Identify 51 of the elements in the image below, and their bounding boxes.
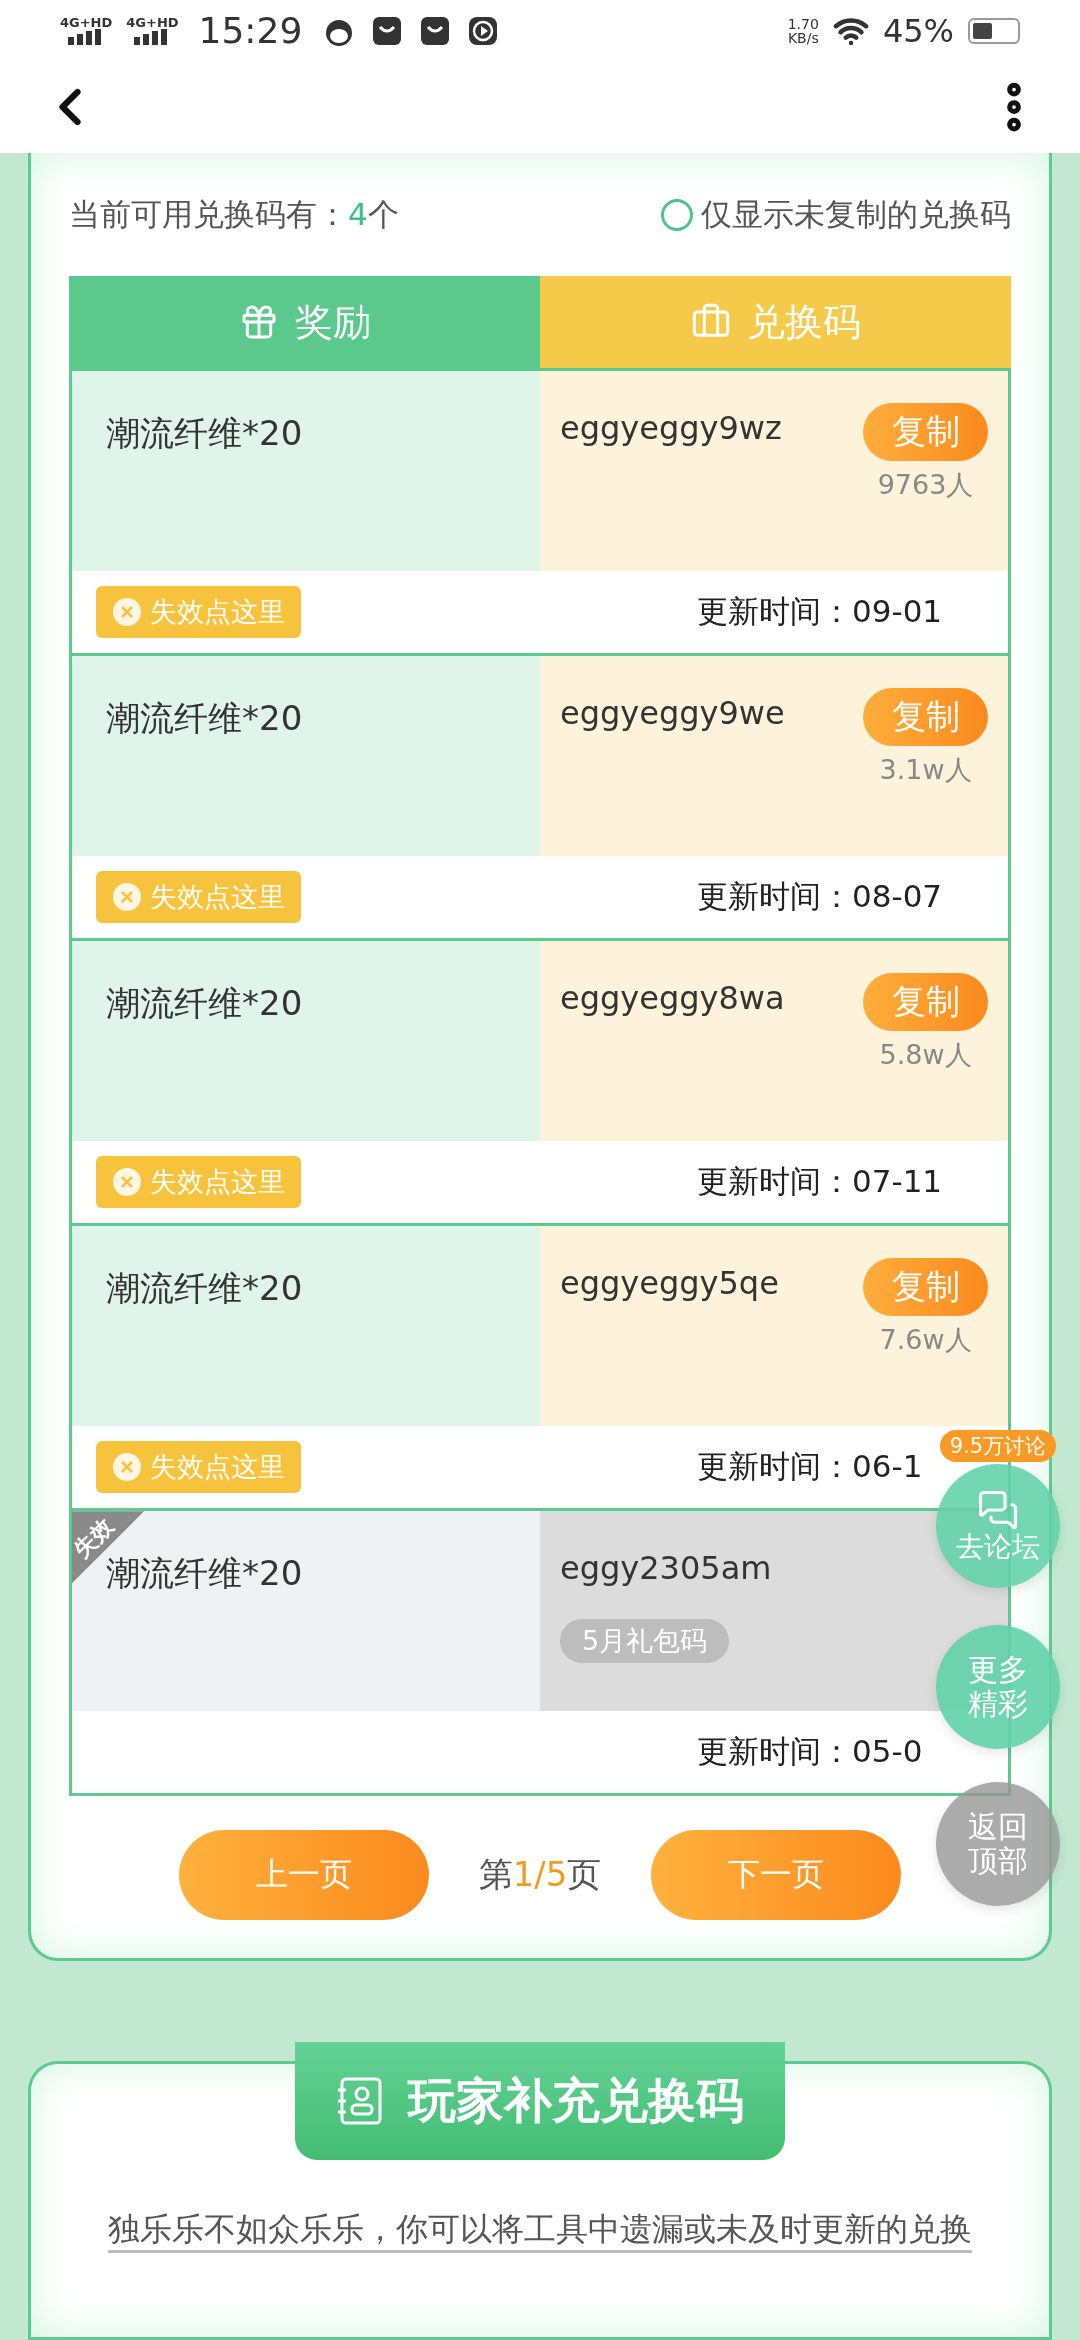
user-count: 5.8w人 [878,1038,973,1073]
copy-button[interactable]: 复制 [863,403,988,462]
close-icon [112,1167,142,1198]
network-speed: 1.70 KB/s [787,16,819,45]
user-count: 7.6w人 [878,1323,973,1358]
unclaimed-filter-toggle[interactable]: 仅显示未复制的兑换码 [661,193,1011,236]
contact-book-icon [336,2076,384,2127]
report-invalid-button[interactable]: 失效点这里 [96,586,301,639]
copy-button[interactable]: 复制 [863,1258,988,1317]
copy-button[interactable]: 复制 [863,973,988,1032]
report-invalid-button[interactable]: 失效点这里 [96,1156,301,1209]
clock-time: 15:29 [198,10,303,52]
redeem-code: eggyeggy8wa [560,978,785,1020]
available-count: 当前可用兑换码有：4个 [69,194,399,234]
update-time: 更新时间：09-01 [697,592,944,632]
description-text: 独乐乐不如众乐乐，你可以将工具中遗漏或未及时更新的兑换 [108,2209,972,2251]
update-time: 更新时间：07-11 [697,1162,944,1202]
reward-text: 潮流纤维*20 [106,1268,303,1309]
user-count: 3.1w人 [878,753,973,788]
network-type: 4G+HD [126,16,179,30]
close-icon [112,597,142,628]
column-header: 兑换码 [540,276,1011,369]
redeem-code: eggyeggy9wz [560,408,782,450]
redeem-code: eggyeggy9we [560,693,785,735]
reward-text: 潮流纤维*20 [106,413,303,454]
update-time: 更新时间：08-07 [697,877,944,917]
report-invalid-button[interactable]: 失效点这里 [96,1441,301,1494]
report-invalid-button[interactable]: 失效点这里 [96,871,301,924]
section-title: 玩家补充兑换码 [295,2042,785,2161]
battery-percent: 45% [882,11,954,50]
update-time: 更新时间：05-0 [697,1732,924,1772]
toggle-label: 仅显示未复制的兑换码 [701,194,1011,234]
next-page-button[interactable]: 下一页 [651,1830,902,1921]
reward-text: 潮流纤维*20 [106,698,303,739]
battery-icon [968,17,1020,44]
close-icon [112,1452,142,1483]
radio-button[interactable] [661,198,693,231]
page-indicator: 第1/5页 [478,1853,602,1897]
close-icon [112,882,142,913]
redeem-code: eggyeggy5qe [560,1263,779,1305]
column-header: 奖励 [69,276,540,369]
previous-page-button[interactable]: 上一页 [178,1830,429,1921]
update-time: 更新时间：06-1 [697,1447,924,1487]
chat-icon [977,1488,1019,1531]
gift-code-tag: 5月礼包码 [560,1619,730,1664]
discussion-count-badge: 9.5万讨论 [939,1430,1057,1462]
reward-text: 潮流纤维*20 [106,983,303,1024]
copy-button[interactable]: 复制 [863,688,988,747]
redeem-code: eggy2305am [560,1548,772,1588]
user-count: 9763人 [876,468,975,503]
network-type: 4G+HD [60,16,113,30]
